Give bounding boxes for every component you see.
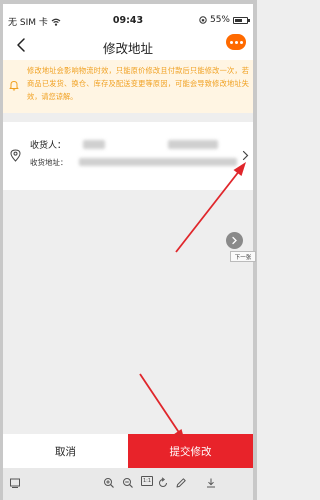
status-bar: 无 SIM 卡 09:43 55% — [3, 4, 253, 32]
cancel-button[interactable]: 取消 — [3, 434, 128, 468]
screen-icon[interactable] — [9, 477, 21, 489]
bell-icon — [9, 81, 19, 91]
address-detail-redacted — [79, 158, 237, 166]
battery-icon — [233, 16, 250, 24]
notice-text: 修改地址会影响物流时效，只能原价修改且付款后只能修改一次，若商品已发货、换仓、库… — [27, 66, 249, 101]
chevron-right-icon — [232, 236, 237, 245]
chevron-right-icon[interactable] — [242, 150, 249, 161]
zoom-out-icon[interactable] — [122, 477, 134, 489]
next-image-tooltip: 下一张 — [230, 251, 256, 262]
address-card[interactable]: 收货人： 收货地址： — [3, 122, 253, 190]
edit-pencil-icon[interactable] — [175, 477, 187, 489]
status-right: 55% — [199, 15, 250, 25]
recipient-phone-redacted — [168, 140, 218, 149]
rotate-icon[interactable] — [157, 477, 169, 489]
location-pin-icon — [10, 149, 21, 162]
more-menu-button[interactable] — [226, 34, 246, 50]
notice-banner: 修改地址会影响物流时效，只能原价修改且付款后只能修改一次，若商品已发货、换仓、库… — [3, 60, 253, 113]
submit-change-button[interactable]: 提交修改 — [128, 434, 253, 468]
recipient-label: 收货人： — [30, 141, 67, 151]
actual-size-button[interactable]: 1:1 — [141, 476, 153, 486]
battery-percent: 55% — [209, 15, 230, 25]
address-label: 收货地址： — [30, 158, 68, 167]
next-image-button[interactable] — [226, 232, 243, 249]
more-dot-icon — [234, 40, 238, 44]
arrow-to-submit-button — [139, 373, 185, 442]
more-dot-icon — [229, 40, 233, 44]
viewer-toolbar: 1:1 — [3, 468, 253, 500]
nav-bar: 修改地址 — [3, 32, 253, 60]
more-dot-icon — [239, 40, 243, 44]
zoom-in-icon[interactable] — [103, 477, 115, 489]
screen-rotation-lock-icon — [199, 16, 207, 24]
recipient-name-redacted — [83, 140, 105, 149]
download-icon[interactable] — [205, 477, 217, 489]
screenshot-frame-right — [253, 0, 257, 500]
page-title: 修改地址 — [102, 41, 153, 56]
bottom-action-bar: 取消 提交修改 — [3, 434, 253, 468]
